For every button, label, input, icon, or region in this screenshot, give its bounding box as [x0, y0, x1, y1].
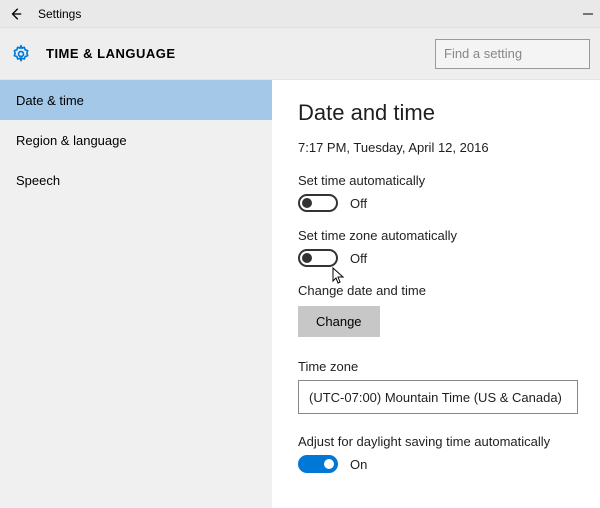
category-heading: TIME & LANGUAGE	[46, 46, 176, 61]
timezone-select[interactable]: (UTC-07:00) Mountain Time (US & Canada)	[298, 380, 578, 414]
sidebar-item-label: Date & time	[16, 93, 84, 108]
settings-header: TIME & LANGUAGE	[0, 28, 600, 80]
sidebar-item-speech[interactable]: Speech	[0, 160, 272, 200]
title-bar: Settings	[0, 0, 600, 28]
page-title: Date and time	[298, 100, 578, 126]
sidebar: Date & time Region & language Speech	[0, 80, 272, 508]
content-pane: Date and time 7:17 PM, Tuesday, April 12…	[272, 80, 600, 508]
dst-state: On	[350, 457, 367, 472]
current-datetime: 7:17 PM, Tuesday, April 12, 2016	[298, 140, 578, 155]
change-button[interactable]: Change	[298, 306, 380, 337]
minimize-button[interactable]	[574, 4, 594, 24]
sidebar-item-date-time[interactable]: Date & time	[0, 80, 272, 120]
dst-label: Adjust for daylight saving time automati…	[298, 434, 578, 449]
set-time-auto-toggle[interactable]	[298, 194, 338, 212]
sidebar-item-label: Region & language	[16, 133, 127, 148]
set-time-auto-state: Off	[350, 196, 367, 211]
set-tz-auto-label: Set time zone automatically	[298, 228, 578, 243]
cursor-icon	[332, 267, 346, 285]
timezone-value: (UTC-07:00) Mountain Time (US & Canada)	[309, 390, 562, 405]
change-date-time-label: Change date and time	[298, 283, 578, 298]
dst-toggle[interactable]	[298, 455, 338, 473]
set-time-auto-label: Set time automatically	[298, 173, 578, 188]
sidebar-item-region-language[interactable]: Region & language	[0, 120, 272, 160]
set-tz-auto-toggle[interactable]	[298, 249, 338, 267]
back-button[interactable]	[6, 4, 26, 24]
sidebar-item-label: Speech	[16, 173, 60, 188]
set-tz-auto-state: Off	[350, 251, 367, 266]
search-input[interactable]	[435, 39, 590, 69]
timezone-label: Time zone	[298, 359, 578, 374]
window-title: Settings	[38, 7, 81, 21]
gear-icon	[10, 43, 32, 65]
